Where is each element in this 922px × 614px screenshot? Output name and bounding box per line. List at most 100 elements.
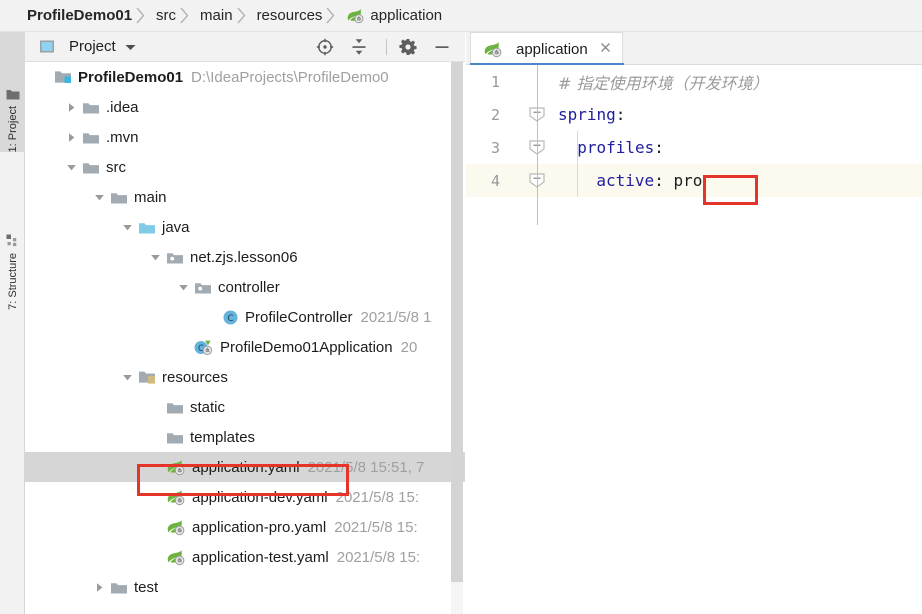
code-line[interactable]: 1 # 指定使用环境（开发环境） xyxy=(466,65,922,98)
collapse-arrow-icon[interactable] xyxy=(177,281,190,294)
code-token-comment: # 指定使用环境（开发环境） xyxy=(558,73,769,93)
expand-arrow-icon[interactable] xyxy=(93,581,106,594)
locate-icon[interactable] xyxy=(316,38,334,56)
breadcrumb-item-src[interactable]: src xyxy=(156,7,176,24)
editor-tabbar: application xyxy=(466,32,922,66)
code-fold-icon[interactable] xyxy=(526,164,550,197)
folder-icon xyxy=(82,130,100,145)
project-folder-icon xyxy=(6,88,20,103)
code-editor[interactable]: 1 # 指定使用环境（开发环境） 2 spring:3 profiles:4 act… xyxy=(466,65,922,614)
tree-row[interactable]: C ProfileDemo01Application 20 xyxy=(25,332,465,362)
tree-row[interactable]: templates xyxy=(25,422,465,452)
spring-yaml-icon xyxy=(346,8,365,24)
code-line[interactable]: 3 profiles: xyxy=(466,131,922,164)
folder-icon xyxy=(166,400,184,415)
tree-row[interactable]: main xyxy=(25,182,465,212)
tree-row[interactable]: application-test.yaml 2021/5/8 15: xyxy=(25,542,465,572)
tree-row[interactable]: net.zjs.lesson06 xyxy=(25,242,465,272)
tree-row[interactable]: src xyxy=(25,152,465,182)
spring-yaml-icon xyxy=(483,41,503,58)
tree-row[interactable]: ProfileDemo01 D:\IdeaProjects\ProfileDemo… xyxy=(25,62,465,92)
tree-row[interactable]: .mvn xyxy=(25,122,465,152)
close-icon[interactable] xyxy=(599,41,612,58)
expand-arrow-icon[interactable] xyxy=(65,131,78,144)
breadcrumb-item-main[interactable]: main xyxy=(200,7,233,24)
breadcrumb-item-label: main xyxy=(200,7,233,24)
gear-icon[interactable] xyxy=(399,38,417,56)
project-panel-title: Project xyxy=(69,38,116,55)
expand-arrow-icon[interactable] xyxy=(65,101,78,114)
resource-root-icon xyxy=(138,369,156,385)
tree-row-label: application-test.yaml xyxy=(192,548,329,566)
folder-icon xyxy=(110,190,128,205)
breadcrumb-item-application[interactable]: application xyxy=(346,7,442,24)
line-number: 1 xyxy=(490,72,500,91)
tree-row[interactable]: .idea xyxy=(25,92,465,122)
tree-row-meta: 2021/5/8 15: xyxy=(334,518,418,536)
folder-icon xyxy=(166,430,184,445)
collapse-all-icon[interactable] xyxy=(350,38,368,56)
tree-row-label: controller xyxy=(218,278,280,296)
chevron-down-icon[interactable] xyxy=(125,38,136,56)
breadcrumb-item-label: src xyxy=(156,7,177,24)
structure-icon xyxy=(6,234,19,250)
tree-row-label: ProfileDemo01Application xyxy=(220,338,393,356)
project-view-selector[interactable]: Project xyxy=(25,38,136,56)
breadcrumb-separator-icon xyxy=(180,7,196,24)
code-line-text: # 指定使用环境（开发环境） xyxy=(558,65,769,98)
tree-row[interactable]: resources xyxy=(25,362,465,392)
project-tree[interactable]: ProfileDemo01 D:\IdeaProjects\ProfileDemo… xyxy=(25,62,465,614)
tree-row-label: src xyxy=(106,158,126,176)
collapse-arrow-icon[interactable] xyxy=(93,191,106,204)
line-number: 4 xyxy=(490,171,500,190)
tree-row[interactable]: application.yaml 2021/5/8 15:51, 7 xyxy=(25,452,465,482)
code-fold-icon[interactable] xyxy=(526,98,550,131)
idea-window: ProfileDemo01 src main resources applicatio… xyxy=(0,0,922,614)
tree-row[interactable]: java xyxy=(25,212,465,242)
editor-area: application 1 # 指定使用环境（开发环境） 2 spring:3 pr… xyxy=(466,32,922,614)
tree-row[interactable]: C ProfileController 2021/5/8 1 xyxy=(25,302,465,332)
tree-row[interactable]: application-dev.yaml 2021/5/8 15: xyxy=(25,482,465,512)
collapse-arrow-icon[interactable] xyxy=(121,221,134,234)
toolbar-divider xyxy=(386,39,387,55)
code-fold-icon[interactable] xyxy=(526,131,550,164)
collapse-arrow-icon[interactable] xyxy=(149,251,162,264)
breadcrumb-separator-icon xyxy=(237,7,253,24)
tree-row-label: java xyxy=(162,218,190,236)
collapse-arrow-icon[interactable] xyxy=(65,161,78,174)
code-line[interactable]: 4 active: pro xyxy=(466,164,922,197)
tree-row[interactable]: application-pro.yaml 2021/5/8 15: xyxy=(25,512,465,542)
tree-row-label: .mvn xyxy=(106,128,139,146)
project-tool-window: Project ProfileDemo01 D:\IdeaProjects\Pr… xyxy=(25,32,465,614)
code-token-punct: : xyxy=(615,105,626,124)
hide-icon[interactable] xyxy=(433,38,451,56)
tree-row-label: application.yaml xyxy=(192,458,300,476)
code-line[interactable]: 2 spring: xyxy=(466,98,922,131)
folder-icon xyxy=(82,160,100,175)
code-indent-guide xyxy=(577,131,578,197)
project-panel-actions xyxy=(316,32,457,62)
breadcrumb-item-resources[interactable]: resources xyxy=(257,7,323,24)
code-token-value: pro xyxy=(673,171,703,190)
code-line-text: active: pro xyxy=(558,164,702,197)
folder-icon xyxy=(110,580,128,595)
tool-window-button-label: 1: Project xyxy=(6,105,19,152)
tab-label: application xyxy=(516,40,588,58)
collapse-arrow-icon[interactable] xyxy=(121,371,134,384)
breadcrumb-item-profiledemo01[interactable]: ProfileDemo01 xyxy=(27,7,132,24)
tree-row-label: test xyxy=(134,578,159,596)
tool-window-button-1-project[interactable]: 1: Project xyxy=(0,32,25,152)
project-tree-scrollbar-thumb[interactable] xyxy=(451,62,463,582)
spring-yaml-icon xyxy=(166,459,186,476)
tree-row-meta: 2021/5/8 15: xyxy=(336,548,421,566)
tree-row-meta: 20 xyxy=(400,338,418,356)
tree-row[interactable]: controller xyxy=(25,272,465,302)
tree-row[interactable]: static xyxy=(25,392,465,422)
tab-application[interactable]: application xyxy=(470,32,623,65)
tree-row-label: net.zjs.lesson06 xyxy=(190,248,298,266)
tree-row[interactable]: test xyxy=(25,572,465,602)
code-token-key: profiles xyxy=(577,138,655,157)
spring-yaml-icon xyxy=(166,489,186,506)
code-token-key: active xyxy=(596,171,655,190)
tool-window-button-7-structure[interactable]: 7: Structure xyxy=(0,182,25,310)
